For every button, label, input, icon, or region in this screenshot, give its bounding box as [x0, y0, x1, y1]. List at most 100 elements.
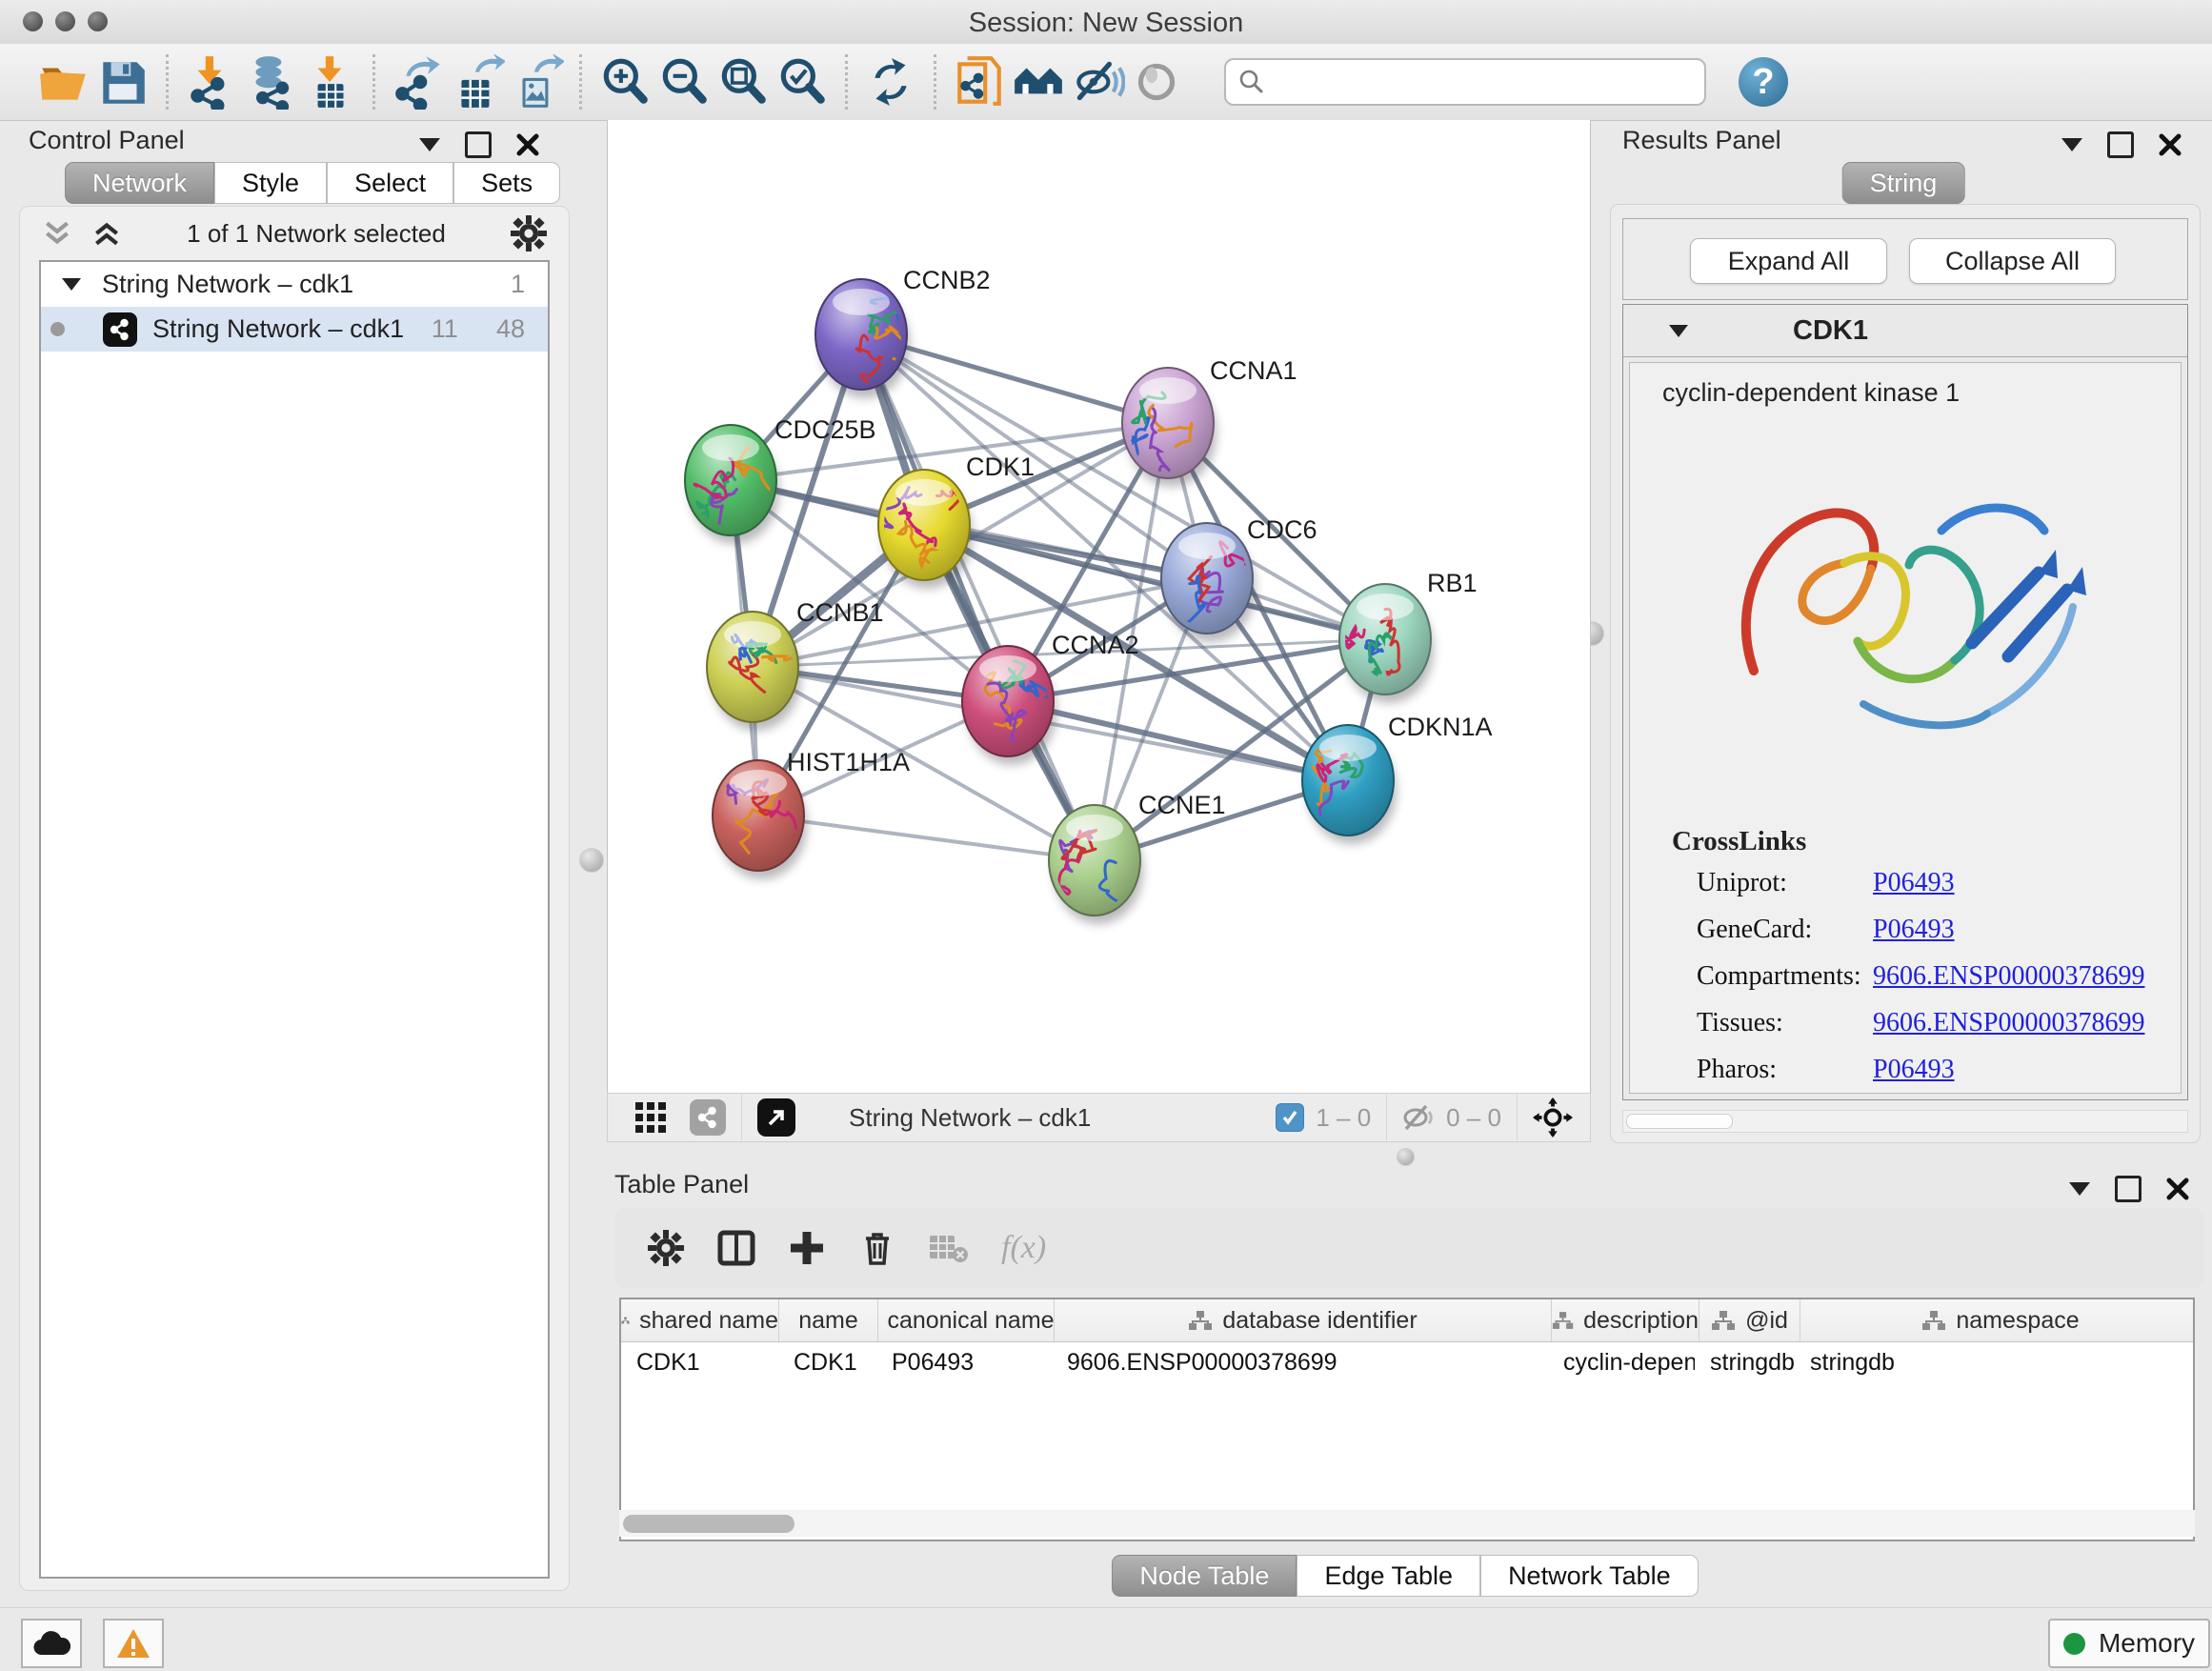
- function-builder-icon: f(x): [1001, 1230, 1046, 1266]
- save-session-icon[interactable]: [93, 52, 152, 111]
- network-row[interactable]: String Network – cdk1 11 48: [41, 307, 548, 352]
- node-CCNB1[interactable]: CCNB1: [707, 598, 884, 731]
- network-collection-row[interactable]: String Network – cdk1 1: [41, 262, 548, 307]
- grid-view-icon[interactable]: [634, 1101, 667, 1134]
- birdseye-icon[interactable]: [1127, 52, 1186, 111]
- panel-menu-icon[interactable]: [2069, 1182, 2090, 1196]
- table-hscrollbar[interactable]: [619, 1510, 2195, 1537]
- zoom-in-icon[interactable]: [595, 52, 654, 111]
- show-columns-icon[interactable]: [717, 1229, 755, 1267]
- column-header-description[interactable]: description: [1552, 1299, 1699, 1341]
- column-header-database-identifier[interactable]: database identifier: [1055, 1299, 1552, 1341]
- results-hscrollbar[interactable]: [1622, 1110, 2188, 1133]
- node-table[interactable]: shared namenamecanonical namedatabase id…: [619, 1298, 2195, 1541]
- collapse-all-icon[interactable]: [41, 217, 73, 250]
- tab-sets[interactable]: Sets: [453, 162, 560, 204]
- node-label-CCNA1: CCNA1: [1210, 356, 1297, 385]
- column-type-icon: [1552, 1310, 1574, 1331]
- selected-checkbox-icon[interactable]: [1276, 1103, 1304, 1132]
- edge-CCNA2-CDKN1A[interactable]: [1008, 701, 1348, 780]
- left-splitter-handle[interactable]: [579, 848, 604, 873]
- close-panel-icon[interactable]: [2159, 133, 2182, 156]
- column-header-@id[interactable]: @id: [1699, 1299, 1800, 1341]
- import-table-icon[interactable]: [300, 52, 359, 111]
- node-RB1[interactable]: RB1: [1339, 569, 1478, 703]
- open-session-icon[interactable]: [34, 52, 93, 111]
- node-CDKN1A[interactable]: CDKN1A: [1302, 713, 1493, 844]
- expand-all-icon[interactable]: [90, 217, 123, 250]
- table-settings-gear-icon[interactable]: [647, 1229, 685, 1267]
- memory-button[interactable]: Memory: [2048, 1619, 2210, 1668]
- collapse-entry-icon[interactable]: [1669, 325, 1688, 337]
- control-panel: Control Panel Network Style Select Sets …: [8, 124, 573, 1591]
- tab-edge-table[interactable]: Edge Table: [1297, 1555, 1480, 1597]
- show-all-panels-icon[interactable]: [1009, 52, 1068, 111]
- tab-string[interactable]: String: [1842, 162, 1965, 204]
- export-table-icon[interactable]: [448, 52, 507, 111]
- tab-style[interactable]: Style: [214, 162, 327, 204]
- search-icon: [1237, 68, 1266, 96]
- import-network-database-icon[interactable]: [241, 52, 300, 111]
- birdseye-toggle-icon[interactable]: [1533, 1097, 1573, 1137]
- crosslink-link[interactable]: P06493: [1873, 1055, 1955, 1085]
- duplicate-network-icon[interactable]: [950, 52, 1009, 111]
- search-input[interactable]: [1224, 58, 1706, 106]
- node-CDK1[interactable]: CDK1: [874, 453, 1035, 589]
- cloud-status-button[interactable]: [21, 1619, 82, 1668]
- main-toolbar: ?: [0, 44, 2212, 121]
- node-label-RB1: RB1: [1427, 569, 1478, 597]
- node-CDC25B[interactable]: CDC25B: [685, 415, 876, 544]
- help-button[interactable]: ?: [1739, 57, 1788, 107]
- delete-column-icon[interactable]: [858, 1229, 896, 1267]
- crosslink-link[interactable]: P06493: [1873, 915, 1955, 945]
- zoom-fit-icon[interactable]: [714, 52, 773, 111]
- close-panel-icon[interactable]: [516, 133, 539, 156]
- warnings-button[interactable]: [103, 1619, 164, 1668]
- crosslink-link[interactable]: 9606.ENSP00000378699: [1873, 1008, 2144, 1038]
- edge-CCNB2-CCNE1[interactable]: [861, 334, 1095, 860]
- crosslink-link[interactable]: P06493: [1873, 868, 1955, 898]
- panel-menu-icon[interactable]: [419, 138, 440, 151]
- node-label-CDC6: CDC6: [1247, 515, 1317, 544]
- export-network-icon[interactable]: [389, 52, 448, 111]
- column-header-name[interactable]: name: [779, 1299, 878, 1341]
- float-panel-icon[interactable]: [2107, 131, 2134, 158]
- float-panel-icon[interactable]: [2115, 1176, 2142, 1202]
- collapse-all-button[interactable]: Collapse All: [1909, 238, 2116, 284]
- refresh-view-icon[interactable]: [861, 52, 920, 111]
- node-label-CDC25B: CDC25B: [774, 415, 876, 444]
- hide-panels-icon[interactable]: [1068, 52, 1127, 111]
- edge-HIST1H1A-CCNE1[interactable]: [758, 815, 1095, 860]
- tab-network[interactable]: Network: [65, 162, 214, 204]
- float-panel-icon[interactable]: [465, 131, 492, 158]
- import-network-file-icon[interactable]: [182, 52, 241, 111]
- network-list: String Network – cdk1 1 String Network –…: [39, 260, 550, 1579]
- node-CCNB2[interactable]: CCNB2: [815, 266, 991, 398]
- export-image-icon[interactable]: [507, 52, 566, 111]
- gear-icon[interactable]: [510, 214, 548, 252]
- open-in-window-icon[interactable]: [757, 1098, 795, 1137]
- table-row[interactable]: CDK1CDK1P064939606.ENSP00000378699cyclin…: [621, 1342, 2193, 1382]
- panel-menu-icon[interactable]: [2061, 138, 2082, 151]
- collection-count: 1: [511, 270, 525, 299]
- network-canvas[interactable]: CCNB2CCNA1CDC25BCDK1CDC6RB1CCNB1CCNA2CDK…: [607, 120, 1591, 1093]
- zoom-selected-icon[interactable]: [773, 52, 832, 111]
- crosslink-link[interactable]: 9606.ENSP00000378699: [1873, 961, 2144, 992]
- tab-select[interactable]: Select: [327, 162, 453, 204]
- column-header-namespace[interactable]: namespace: [1800, 1299, 2195, 1341]
- tab-node-table[interactable]: Node Table: [1112, 1555, 1297, 1597]
- zoom-out-icon[interactable]: [654, 52, 714, 111]
- node-CCNE1[interactable]: CCNE1: [1049, 791, 1226, 926]
- network-share-icon[interactable]: [690, 1099, 726, 1136]
- tree-expand-icon[interactable]: [62, 278, 81, 291]
- tab-network-table[interactable]: Network Table: [1480, 1555, 1699, 1597]
- crosslink-label: GeneCard:: [1697, 915, 1873, 945]
- result-card-header[interactable]: CDK1: [1623, 305, 2187, 357]
- add-column-icon[interactable]: [788, 1229, 826, 1267]
- node-label-HIST1H1A: HIST1H1A: [787, 748, 910, 776]
- expand-all-button[interactable]: Expand All: [1690, 238, 1887, 284]
- column-header-shared-name[interactable]: shared name: [621, 1299, 779, 1341]
- node-HIST1H1A[interactable]: HIST1H1A: [713, 748, 910, 879]
- close-panel-icon[interactable]: [2166, 1178, 2189, 1200]
- column-header-canonical-name[interactable]: canonical name: [878, 1299, 1055, 1341]
